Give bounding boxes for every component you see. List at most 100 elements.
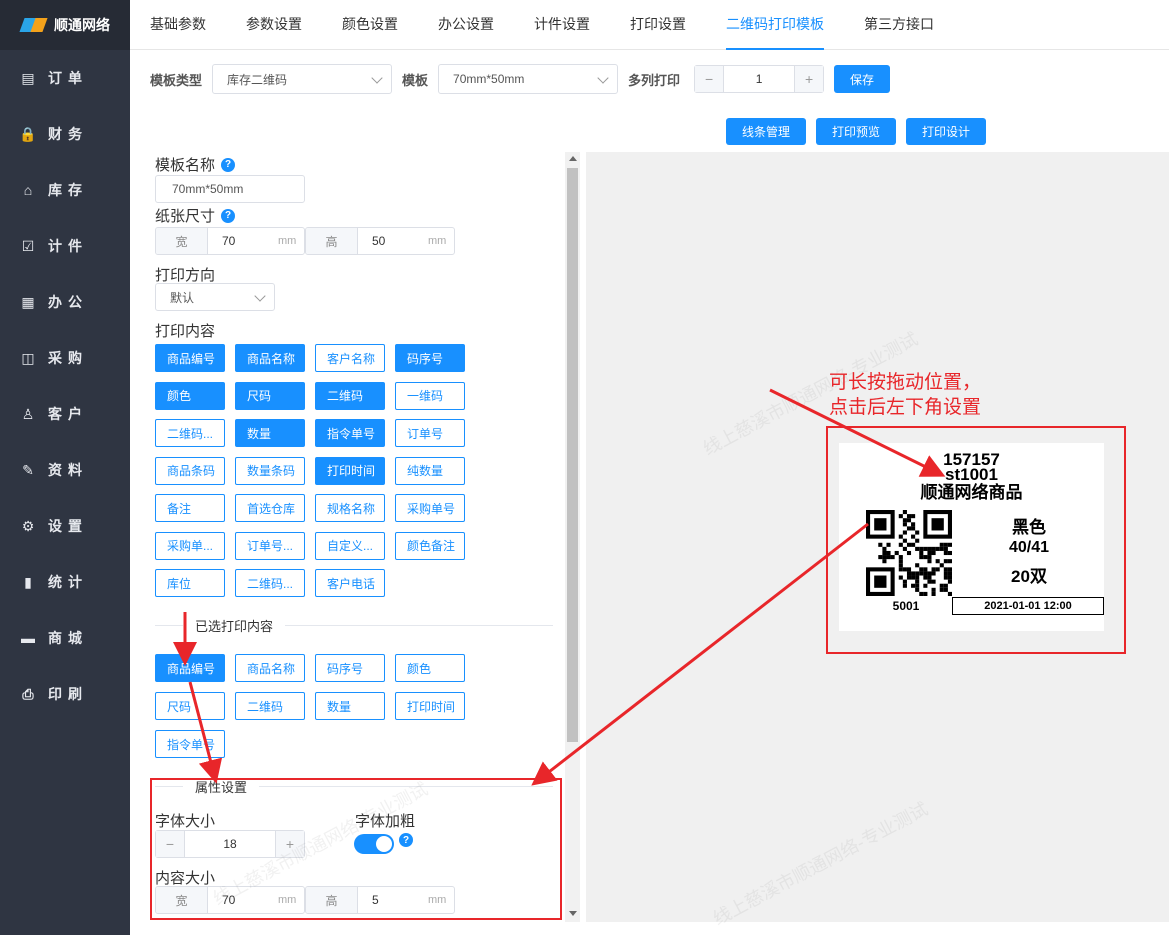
template-select[interactable]: 70mm*50mm (438, 64, 619, 94)
content-chips-chip[interactable]: 采购单号 (395, 494, 465, 522)
content-chips-chip[interactable]: 库位 (155, 569, 225, 597)
selected-chips-chip[interactable]: 颜色 (395, 654, 465, 682)
content-chips-chip[interactable]: 商品名称 (235, 344, 305, 372)
content-chips-chip[interactable]: 客户名称 (315, 344, 385, 372)
content-chips-chip[interactable]: 纯数量 (395, 456, 465, 485)
multi-print-stepper[interactable]: − 1 + (694, 65, 825, 93)
selected-chips-chip[interactable]: 商品名称 (235, 654, 305, 682)
template-name-value: 70mm*50mm (172, 182, 244, 196)
content-chips-chip[interactable]: 客户电话 (315, 569, 385, 597)
template-name-input[interactable]: 70mm*50mm (155, 175, 305, 203)
sidebar-item-3[interactable]: ☑ 计件 (0, 218, 130, 274)
scrollbar-thumb[interactable] (567, 168, 578, 742)
content-chips-chip[interactable]: 规格名称 (315, 494, 385, 522)
order-icon: ▤ (21, 69, 35, 86)
multi-print-value[interactable]: 1 (723, 66, 796, 92)
content-chips-chip[interactable]: 码序号 (395, 344, 465, 372)
content-chips-chip[interactable]: 二维码... (235, 569, 305, 597)
sidebar-item-4[interactable]: ▦ 办公 (0, 274, 130, 330)
save-button[interactable]: 保存 (834, 65, 891, 93)
sidebar-item-5[interactable]: ◫ 采购 (0, 330, 130, 386)
edit-icon: ✎ (22, 461, 34, 478)
tab-0[interactable]: 基础参数 (150, 0, 206, 44)
sidebar-item-1[interactable]: 🔒 财务 (0, 106, 130, 162)
template-type-select[interactable]: 库存二维码 (212, 64, 393, 94)
help-icon[interactable]: ? (221, 157, 236, 172)
scroll-up-icon[interactable] (569, 156, 577, 161)
scroll-down-icon[interactable] (569, 911, 577, 916)
content-chips-chip[interactable]: 订单号 (395, 419, 465, 447)
tab-3[interactable]: 办公设置 (438, 0, 494, 44)
sidebar-item-0[interactable]: ▤ 订单 (0, 50, 130, 106)
selected-chips-chip[interactable]: 数量 (315, 692, 385, 720)
content-chips-chip[interactable]: 首选仓库 (235, 494, 305, 522)
content-chips-chip[interactable]: 指令单号 (315, 419, 385, 447)
chevron-down-icon (597, 72, 609, 84)
content-chips-chip[interactable]: 采购单... (155, 531, 225, 560)
unit-suffix: mm (278, 235, 297, 247)
width-value: 70 (222, 234, 236, 248)
print-design-button[interactable]: 打印设计 (906, 118, 986, 145)
sidebar-item-label: 订单 (48, 70, 88, 86)
tab-5[interactable]: 打印设置 (630, 0, 686, 44)
content-chips-chip[interactable]: 数量条码 (235, 456, 305, 485)
tab-1[interactable]: 参数设置 (246, 0, 302, 44)
preview-actions: 线条管理 打印预览 打印设计 (726, 118, 986, 145)
selected-chips-chip[interactable]: 指令单号 (155, 730, 225, 758)
panel-scrollbar[interactable] (565, 152, 580, 922)
content-chips-chip[interactable]: 颜色备注 (395, 531, 465, 560)
sidebar-item-label: 统计 (48, 574, 88, 590)
line-manage-button[interactable]: 线条管理 (726, 118, 806, 145)
template-name-label: 模板名称 (155, 157, 216, 174)
help-icon[interactable]: ? (221, 208, 236, 223)
content-chips-chip[interactable]: 数量 (235, 419, 305, 447)
content-chips-chip[interactable]: 备注 (155, 494, 225, 522)
content-chips-chip[interactable]: 二维码... (155, 419, 225, 447)
selected-chips-chip[interactable]: 尺码 (155, 692, 225, 720)
print-preview-button[interactable]: 打印预览 (816, 118, 896, 145)
sidebar-item-9[interactable]: ▮ 统计 (0, 554, 130, 610)
width-prefix: 宽 (156, 228, 208, 254)
sidebar-item-7[interactable]: ✎ 资料 (0, 442, 130, 498)
selected-chips-chip[interactable]: 打印时间 (395, 692, 465, 720)
sidebar: 顺通网络 ▤ 订单 🔒 财务 ⌂ 库存 ☑ 计件 ▦ 办公 ◫ 采购 ♙ 客户 ✎ 资料 ⚙ 设置 ▮ 统计 ▬ 商城 ⎙ 印… (0, 0, 130, 935)
minus-button[interactable]: − (695, 66, 724, 92)
sidebar-item-10[interactable]: ▬ 商城 (0, 610, 130, 666)
logo-icon (19, 16, 48, 34)
selected-chips-chip[interactable]: 二维码 (235, 692, 305, 720)
selected-chips-chip[interactable]: 码序号 (315, 654, 385, 682)
sidebar-item-label: 采购 (48, 350, 88, 366)
sidebar-item-2[interactable]: ⌂ 库存 (0, 162, 130, 218)
content-chips-chip[interactable]: 订单号... (235, 531, 305, 560)
tab-4[interactable]: 计件设置 (534, 0, 590, 44)
sidebar-item-label: 设置 (48, 518, 88, 534)
content-chips-chip[interactable]: 打印时间 (315, 456, 385, 485)
user-icon: ♙ (21, 405, 35, 422)
content-chips-chip[interactable]: 商品条码 (155, 456, 225, 485)
paper-size-label: 纸张尺寸 (155, 208, 216, 225)
sidebar-item-11[interactable]: ⎙ 印刷 (0, 666, 130, 722)
paper-height-input[interactable]: 高 50 mm (305, 227, 455, 255)
tab-6[interactable]: 二维码打印模板 (726, 0, 824, 50)
content-chips-chip[interactable]: 一维码 (395, 381, 465, 410)
sidebar-item-6[interactable]: ♙ 客户 (0, 386, 130, 442)
tab-7[interactable]: 第三方接口 (864, 0, 934, 44)
plus-button[interactable]: + (795, 66, 824, 92)
height-prefix: 高 (306, 228, 358, 254)
orientation-select[interactable]: 默认 (155, 283, 275, 311)
selected-content-title: 已选打印内容 (183, 616, 286, 635)
brand-name: 顺通网络 (54, 17, 110, 33)
selected-chips-chip[interactable]: 商品编号 (155, 654, 225, 682)
template-value: 70mm*50mm (453, 72, 525, 86)
content-chips-chip[interactable]: 颜色 (155, 381, 225, 410)
content-chips-chip[interactable]: 二维码 (315, 381, 385, 410)
paper-width-input[interactable]: 宽 70 mm (155, 227, 305, 255)
chevron-down-icon (254, 290, 266, 302)
content-chips-chip[interactable]: 商品编号 (155, 344, 225, 372)
sidebar-item-label: 客户 (48, 406, 88, 422)
content-chips-chip[interactable]: 尺码 (235, 381, 305, 410)
content-chips-chip[interactable]: 自定义... (315, 531, 385, 560)
paper-size-title: 纸张尺寸 ? (155, 205, 236, 226)
tab-2[interactable]: 颜色设置 (342, 0, 398, 44)
sidebar-item-8[interactable]: ⚙ 设置 (0, 498, 130, 554)
